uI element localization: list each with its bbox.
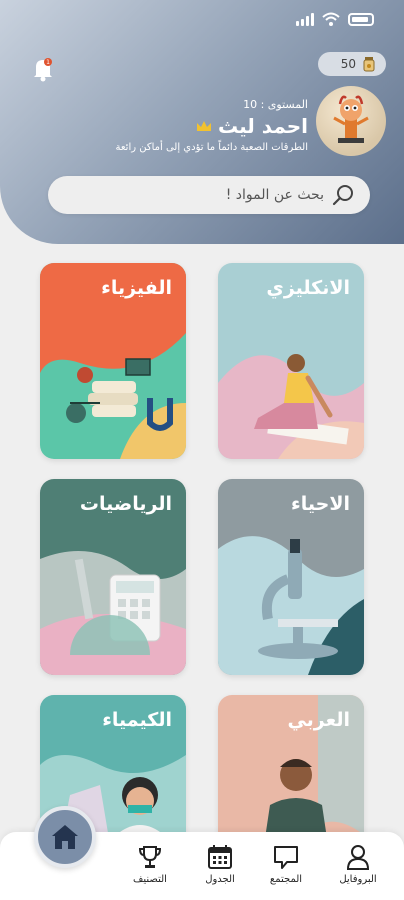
search-input[interactable] [84, 187, 324, 203]
search-bar[interactable] [48, 176, 370, 214]
user-level: المستوى : 10 [243, 98, 308, 111]
nav-community-label: المجتمع [269, 874, 303, 885]
home-icon [52, 825, 78, 849]
battery-icon [348, 12, 374, 26]
search-icon[interactable] [332, 183, 356, 207]
signal-icon [296, 12, 314, 26]
subject-card-english[interactable]: الانكليزي [218, 263, 364, 459]
nav-schedule-label: الجدول [205, 874, 235, 885]
home-button[interactable] [34, 806, 96, 868]
user-name-row: احمد ليث [196, 114, 308, 138]
calendar-icon [208, 845, 232, 869]
notification-bell-icon[interactable]: 1 [32, 56, 54, 82]
subject-title: الرياضيات [79, 493, 172, 515]
subject-title: الفيزياء [101, 277, 172, 299]
profile-icon [346, 845, 370, 870]
nav-ranking[interactable]: التصنيف [120, 844, 180, 885]
trophy-icon [138, 846, 162, 868]
status-bar [296, 12, 374, 26]
nav-ranking-label: التصنيف [133, 874, 167, 885]
crown-icon [196, 121, 211, 131]
user-tagline: الطرقات الصعبة دائماً ما تؤدي إلى أماكن … [115, 142, 308, 153]
chat-bubble-icon [274, 846, 298, 869]
subject-title: العربي [287, 709, 350, 731]
svg-text:1: 1 [46, 59, 50, 66]
profile-header: 1 50 المستوى : 10 احمد ليث الطرقات الصعب… [0, 0, 404, 244]
coin-jar-icon [363, 57, 375, 72]
coins-badge[interactable]: 50 [318, 52, 386, 76]
coins-count: 50 [340, 57, 356, 71]
subject-card-math[interactable]: الرياضيات [40, 479, 186, 675]
subject-card-physics[interactable]: الفيزياء [40, 263, 186, 459]
subject-card-biology[interactable]: الاحياء [218, 479, 364, 675]
nav-schedule[interactable]: الجدول [190, 844, 250, 885]
nav-profile[interactable]: البروفايل [328, 844, 388, 885]
nav-profile-label: البروفايل [339, 874, 377, 885]
nav-community[interactable]: المجتمع [256, 844, 316, 885]
user-name: احمد ليث [217, 114, 308, 138]
subject-title: الانكليزي [266, 277, 350, 299]
wifi-icon [322, 12, 340, 26]
subject-title: الكيمياء [102, 709, 172, 731]
user-avatar[interactable] [316, 86, 386, 156]
subject-title: الاحياء [291, 493, 350, 515]
